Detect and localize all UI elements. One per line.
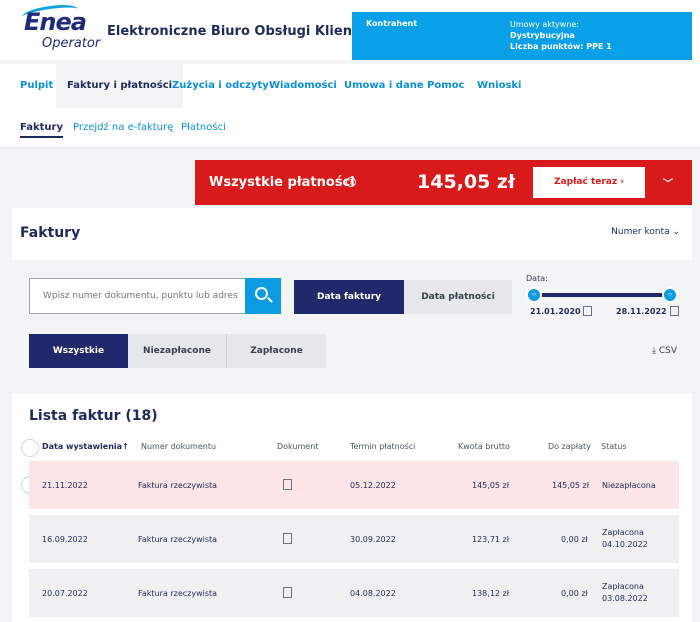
contracts-value: Dystrybucyjna [510, 31, 575, 40]
table-row[interactable]: 16.09.2022 Faktura rzeczywista 30.09.202… [29, 515, 679, 563]
table-row[interactable]: 20.07.2022 Faktura rzeczywista 04.08.202… [29, 569, 679, 617]
subnav-payments[interactable]: Płatności [181, 122, 226, 133]
calendar-icon[interactable] [583, 306, 592, 316]
sub-nav: Faktury Przejdź na e-fakturę Płatności [0, 108, 700, 148]
row-doc-number: Faktura rzeczywista [138, 481, 218, 490]
payments-amount: 145,05 zł [417, 171, 516, 193]
account-info-box: Kontrahent Umowy aktywne: Dystrybucyjna … [352, 12, 692, 60]
row-status: Niezapłacona [602, 481, 656, 490]
row-to-pay: 0,00 zł [561, 589, 588, 598]
row-issue-date: 20.07.2022 [42, 589, 88, 598]
filter-all[interactable]: Wszystkie [29, 334, 128, 368]
row-status: Zapłacona [602, 528, 644, 537]
csv-export-link[interactable]: ⤓ CSV [652, 346, 677, 356]
row-gross: 138,12 zł [472, 589, 510, 598]
col-status: Status [601, 442, 627, 451]
row-issue-date: 16.09.2022 [42, 535, 88, 544]
row-due-date: 04.08.2022 [350, 589, 396, 598]
row-gross: 123,71 zł [472, 535, 510, 544]
col-document: Dokument [277, 442, 319, 451]
subnav-invoices[interactable]: Faktury [20, 122, 63, 138]
table-row[interactable]: 21.11.2022 Faktura rzeczywista 05.12.202… [29, 461, 679, 509]
pay-now-button[interactable]: Zapłać teraz › [533, 167, 645, 198]
logo-wordmark: Enea [24, 8, 87, 36]
filters-area: Data faktury Data płatności Data: ‹› ‹› … [12, 260, 692, 386]
contracts-label: Umowy aktywne: [510, 20, 579, 29]
row-status: Zapłacona [602, 582, 644, 591]
calendar-icon[interactable] [670, 306, 679, 316]
document-icon[interactable] [283, 533, 292, 544]
row-gross: 145,05 zł [472, 481, 510, 490]
chevron-down-icon[interactable]: ﹀ [663, 175, 673, 190]
col-document-number: Numer dokumentu [141, 442, 217, 451]
sort-up-icon: ↑ [122, 442, 129, 451]
row-to-pay: 0,00 zł [561, 535, 588, 544]
nav-item-requests[interactable]: Wnioski [466, 64, 532, 108]
toggle-payment-date[interactable]: Data płatności [404, 280, 512, 314]
contracts-info: Umowy aktywne: Dystrybucyjna Liczba punk… [510, 19, 612, 52]
search-input[interactable] [30, 279, 246, 313]
filter-paid[interactable]: Zapłacone [227, 334, 326, 368]
invoice-list: Lista faktur (18) Data wystawienia↑ Nume… [12, 394, 692, 622]
row-status-date: 04.10.2022 [602, 540, 648, 549]
document-icon[interactable] [283, 479, 292, 490]
contractor-label: Kontrahent [366, 19, 418, 28]
row-due-date: 30.09.2022 [350, 535, 396, 544]
slider-end-handle[interactable]: ‹› [662, 287, 678, 303]
invoices-panel: Faktury Numer konta ⌄ Data faktury Data … [12, 208, 692, 386]
date-from: 21.01.2020 [530, 307, 581, 316]
col-gross-amount: Kwota brutto [458, 442, 510, 451]
panel-title: Faktury [20, 225, 81, 241]
account-number-select[interactable]: Numer konta ⌄ [611, 227, 680, 237]
select-all-radio[interactable] [21, 439, 39, 457]
col-issue-date[interactable]: Data wystawienia↑ [42, 442, 129, 451]
top-bar: Enea Operator Elektroniczne Biuro Obsług… [0, 0, 700, 60]
row-to-pay: 145,05 zł [552, 481, 590, 490]
row-issue-date: 21.11.2022 [42, 481, 88, 490]
date-range-label: Data: [526, 274, 548, 283]
points-count: Liczba punktów: PPE 1 [510, 42, 612, 51]
date-to: 28.11.2022 [616, 307, 667, 316]
row-due-date: 05.12.2022 [350, 481, 396, 490]
row-doc-number: Faktura rzeczywista [138, 589, 218, 598]
search-box [29, 278, 281, 314]
date-range-slider[interactable] [536, 293, 670, 297]
col-due-date: Termin płatności [350, 442, 416, 451]
list-title: Lista faktur (18) [29, 408, 158, 424]
main-nav: Pulpit Faktury i płatności Zużycia i odc… [0, 64, 700, 108]
search-button[interactable] [245, 278, 281, 314]
slider-start-handle[interactable]: ‹› [526, 287, 542, 303]
toggle-invoice-date[interactable]: Data faktury [294, 280, 404, 314]
row-status-date: 03.08.2022 [602, 594, 648, 603]
info-icon[interactable]: ? [346, 177, 356, 187]
enea-logo[interactable]: Enea Operator [21, 2, 100, 52]
app-title: Elektroniczne Biuro Obsługi Klienta [107, 24, 367, 39]
payments-summary-bar: Wszystkie płatności ? 145,05 zł Zapłać t… [195, 160, 692, 205]
row-doc-number: Faktura rzeczywista [138, 535, 218, 544]
filter-unpaid[interactable]: Niezapłacone [128, 334, 227, 368]
col-to-pay: Do zapłaty [548, 442, 591, 451]
payments-label: Wszystkie płatności [209, 175, 355, 190]
logo-subtitle: Operator [42, 36, 101, 51]
document-icon[interactable] [283, 587, 292, 598]
subnav-e-invoice[interactable]: Przejdź na e-fakturę [73, 122, 173, 133]
